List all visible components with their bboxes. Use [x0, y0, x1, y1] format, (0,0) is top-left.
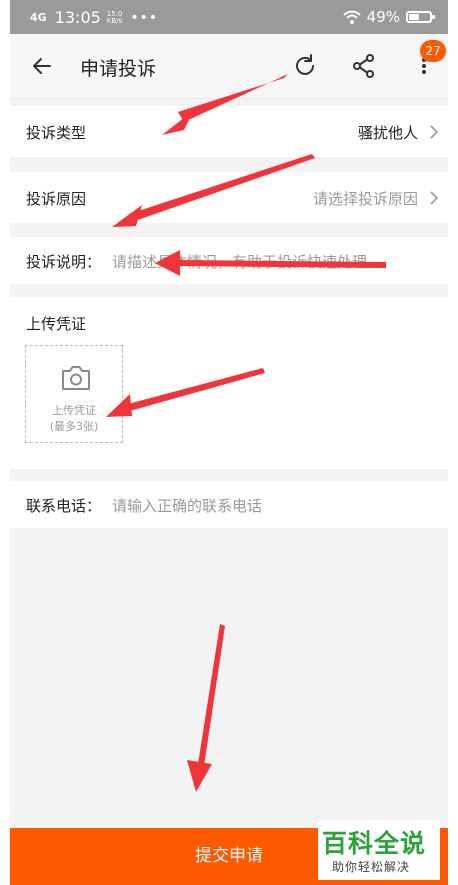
contact-phone-label: 联系电话： [26, 497, 102, 515]
notification-badge: 27 [420, 40, 446, 62]
complaint-description-row[interactable]: 投诉说明： 请描述具体情况，有助于投诉快速处理 [10, 237, 448, 284]
chevron-right-icon [430, 191, 439, 205]
complaint-description-input[interactable]: 请描述具体情况，有助于投诉快速处理 [112, 251, 367, 272]
complaint-reason-row[interactable]: 投诉原因 请选择投诉原因 [10, 172, 448, 223]
contact-phone-input[interactable]: 请输入正确的联系电话 [112, 495, 262, 516]
complaint-reason-placeholder: 请选择投诉原因 [312, 190, 418, 208]
signal-indicator: 4G [30, 11, 47, 24]
upload-evidence-label: 上传凭证 [26, 315, 87, 333]
status-bar: 4G 13:05 15.0 KB/s ••• 49% [10, 0, 448, 34]
upload-photo-limit: (最多3张) [49, 420, 99, 433]
status-time: 13:05 [54, 8, 101, 27]
complaint-type-value: 骚扰他人 [357, 124, 418, 142]
wifi-icon [342, 10, 361, 24]
network-speed: 15.0 KB/s [106, 9, 123, 25]
back-arrow-icon[interactable] [28, 52, 56, 80]
complaint-type-row[interactable]: 投诉类型 骚扰他人 [10, 106, 448, 157]
complaint-type-label: 投诉类型 [26, 124, 87, 142]
complaint-description-label: 投诉说明： [26, 253, 102, 271]
phone-screen: 4G 13:05 15.0 KB/s ••• 49% 申请投诉 27 投诉类型 … [10, 0, 448, 885]
watermark-brand: 百科全说 [322, 829, 427, 858]
page-title: 申请投诉 [80, 58, 157, 80]
battery-icon [406, 11, 435, 23]
contact-phone-row[interactable]: 联系电话： 请输入正确的联系电话 [10, 481, 448, 528]
battery-percent: 49% [366, 8, 400, 26]
complaint-reason-label: 投诉原因 [26, 190, 87, 208]
watermark-logo: 百科全说 助你轻松解决 [318, 820, 440, 880]
watermark-slogan: 助你轻松解决 [332, 860, 411, 874]
upload-photo-text: 上传凭证 [52, 404, 96, 417]
more-dots: ••• [130, 9, 159, 26]
camera-icon [62, 366, 90, 390]
refresh-icon[interactable] [291, 52, 319, 80]
share-icon[interactable] [350, 52, 378, 80]
chevron-right-icon [430, 125, 439, 139]
app-header: 申请投诉 27 [10, 34, 448, 99]
upload-evidence-section: 上传凭证 上传凭证 (最多3张) [10, 297, 448, 469]
upload-photo-button[interactable]: 上传凭证 (最多3张) [25, 345, 123, 443]
